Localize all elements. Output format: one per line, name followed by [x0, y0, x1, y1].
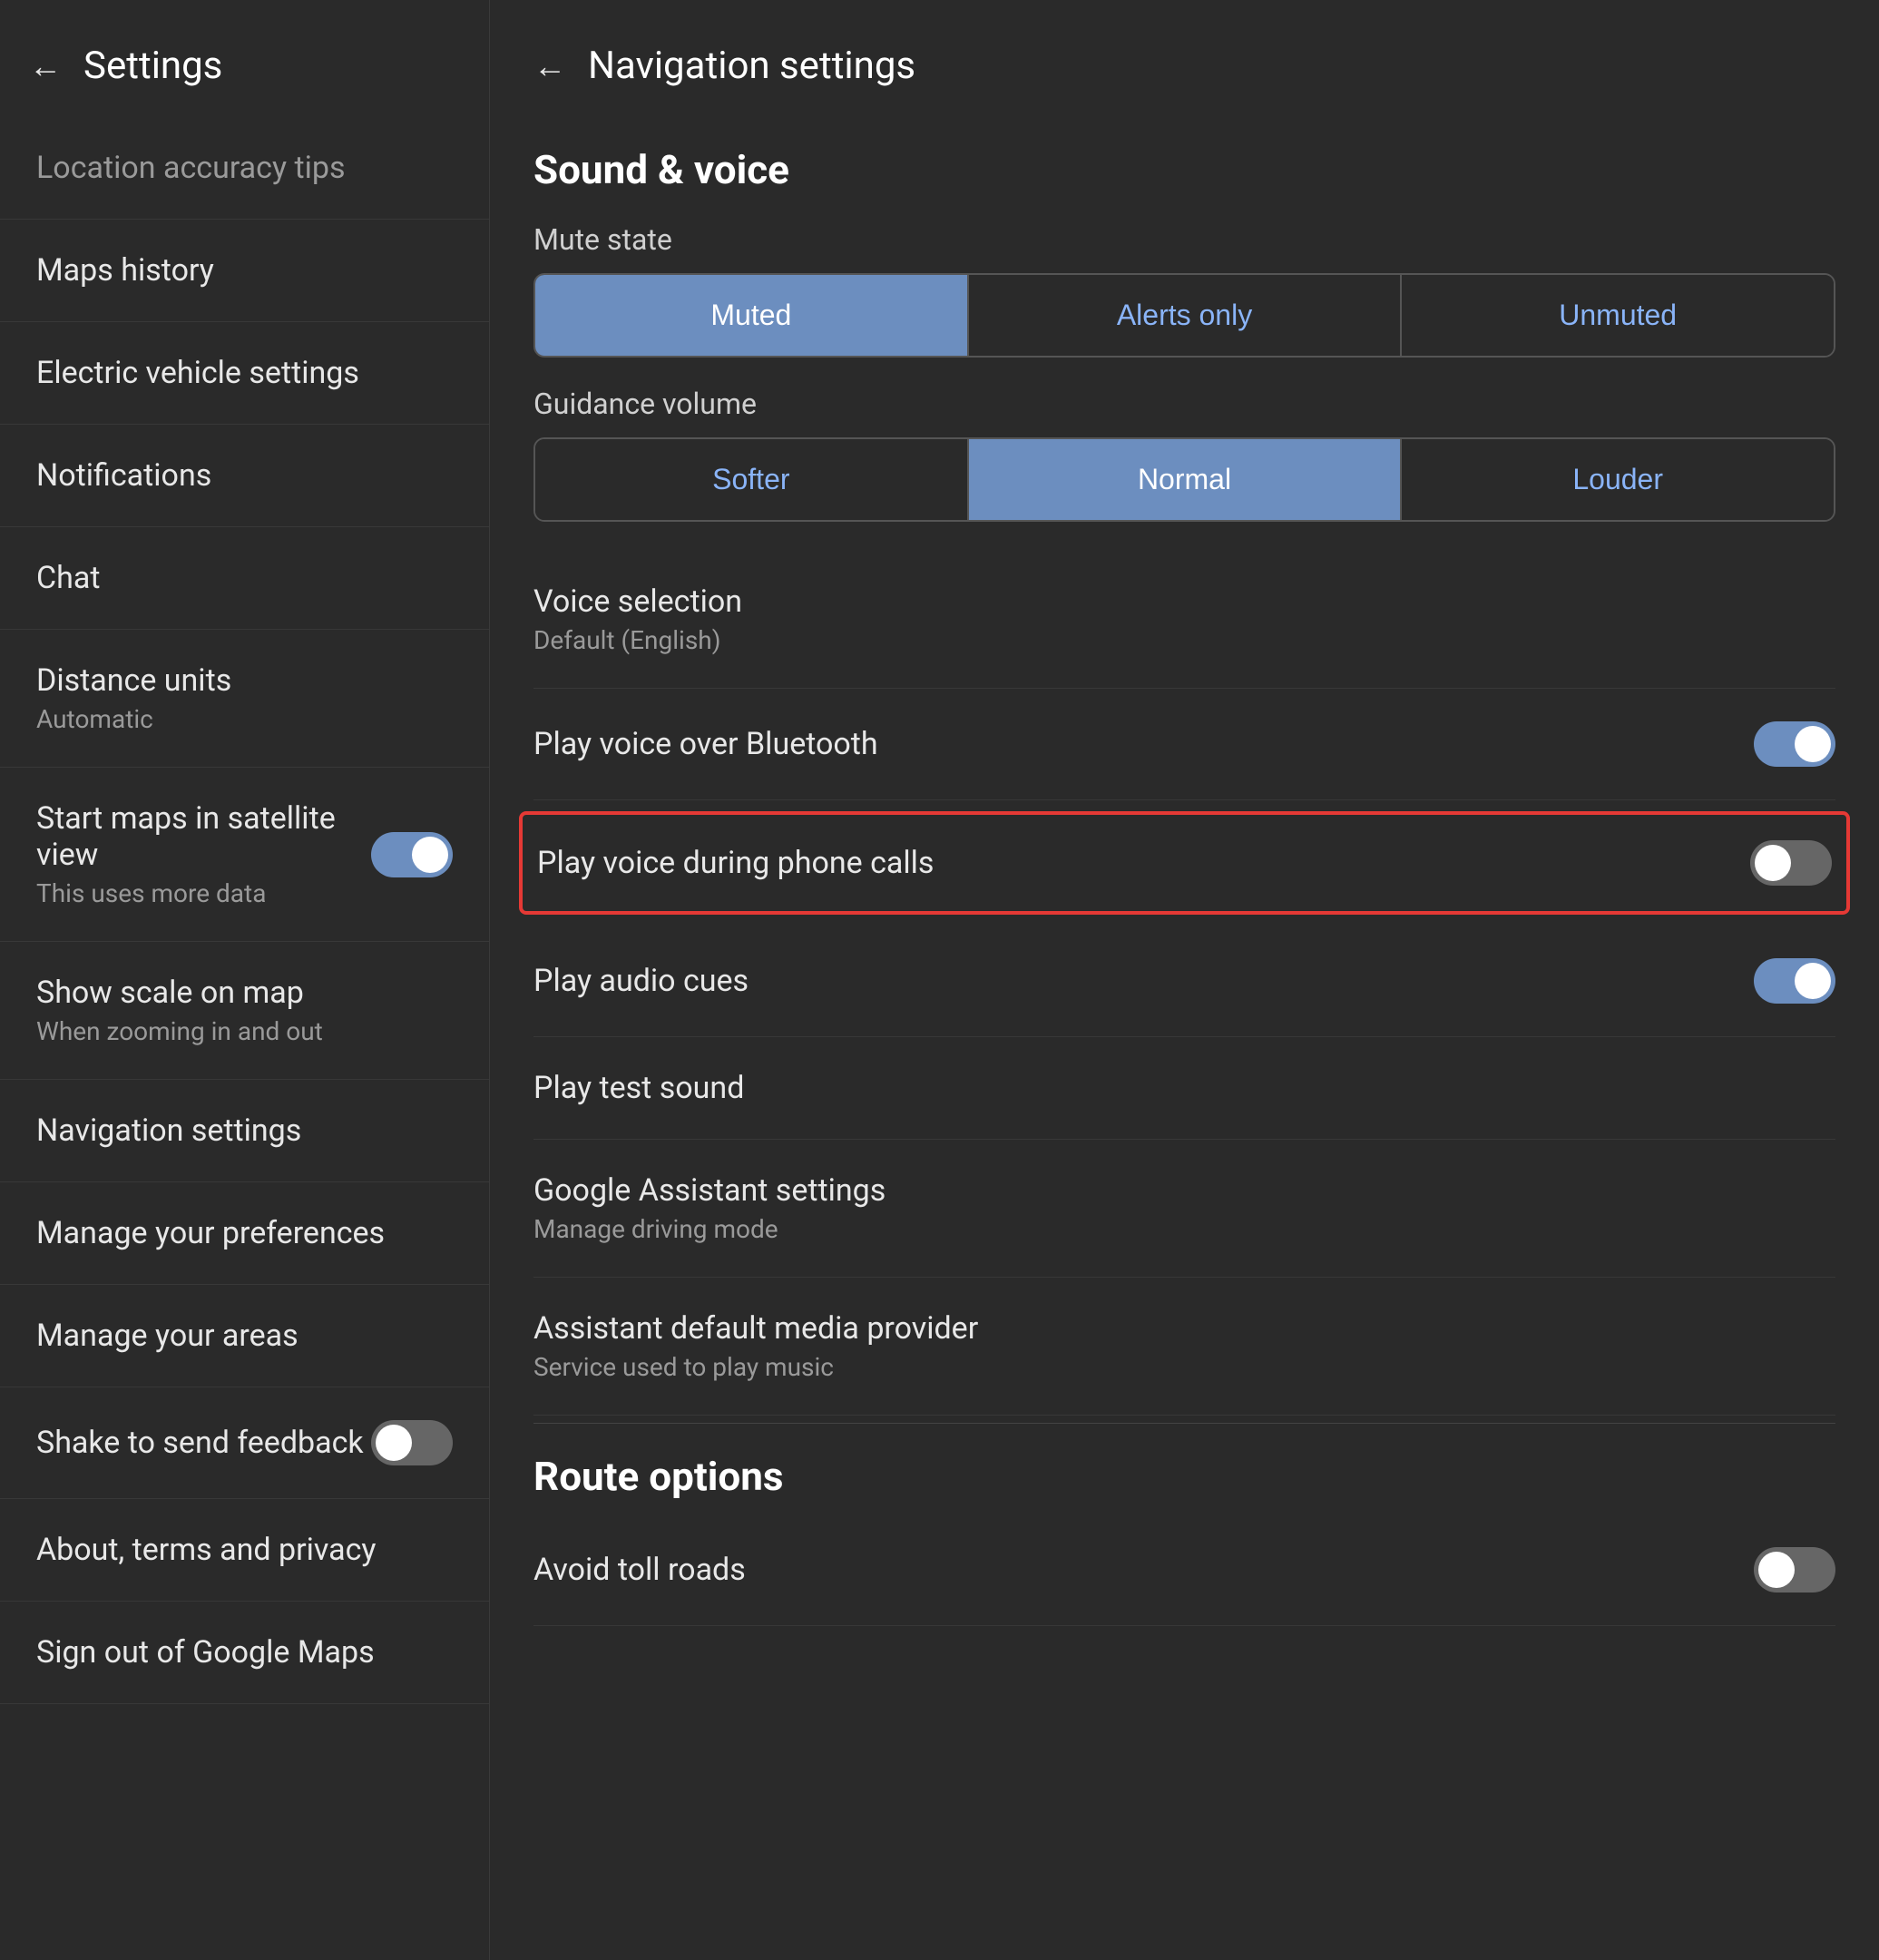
mute-option-1[interactable]: Alerts only — [969, 275, 1403, 356]
mute-state-control: MutedAlerts onlyUnmuted — [533, 273, 1835, 358]
google-assistant-subtitle: Manage driving mode — [533, 1214, 1835, 1244]
settings-item-subtitle-show-scale: When zooming in and out — [36, 1016, 323, 1046]
mute-option-0[interactable]: Muted — [535, 275, 969, 356]
guidance-volume-control: SofterNormalLouder — [533, 437, 1835, 522]
settings-item-subtitle-distance-units: Automatic — [36, 704, 231, 734]
settings-item-notifications[interactable]: Notifications — [0, 425, 489, 527]
google-assistant-title: Google Assistant settings — [533, 1172, 1835, 1209]
settings-item-satellite-view[interactable]: Start maps in satellite view This uses mo… — [0, 768, 489, 942]
settings-item-subtitle-satellite-view: This uses more data — [36, 878, 371, 908]
toggle-shake-feedback[interactable] — [371, 1420, 453, 1465]
settings-item-manage-areas[interactable]: Manage your areas — [0, 1285, 489, 1387]
settings-item-distance-units[interactable]: Distance units Automatic — [0, 630, 489, 768]
play-phone-calls-toggle[interactable] — [1750, 840, 1832, 886]
settings-item-electric-vehicle[interactable]: Electric vehicle settings — [0, 322, 489, 425]
assistant-media-subtitle: Service used to play music — [533, 1352, 1835, 1382]
settings-item-title-about-terms: About, terms and privacy — [36, 1532, 376, 1568]
settings-item-show-scale[interactable]: Show scale on map When zooming in and out — [0, 942, 489, 1080]
play-bluetooth-toggle[interactable] — [1754, 721, 1835, 767]
settings-item-title-manage-preferences: Manage your preferences — [36, 1215, 385, 1251]
right-panel-title: Navigation settings — [588, 44, 915, 88]
right-content: Sound & voice Mute state MutedAlerts onl… — [490, 117, 1879, 1960]
toggle-knob-shake-feedback — [376, 1425, 412, 1461]
play-test-sound-item[interactable]: Play test sound — [533, 1037, 1835, 1140]
left-panel: ← Settings Location accuracy tips Maps hi… — [0, 0, 490, 1960]
route-options-title: Route options — [533, 1423, 1835, 1514]
play-phone-calls-item[interactable]: Play voice during phone calls — [519, 811, 1850, 915]
play-bluetooth-item[interactable]: Play voice over Bluetooth — [533, 689, 1835, 800]
right-back-button[interactable]: ← — [533, 47, 566, 85]
settings-item-title-chat: Chat — [36, 560, 100, 596]
play-phone-calls-title: Play voice during phone calls — [537, 845, 934, 881]
settings-item-title-navigation-settings: Navigation settings — [36, 1112, 301, 1149]
left-back-button[interactable]: ← — [29, 47, 62, 85]
play-test-sound-title: Play test sound — [533, 1070, 1835, 1106]
left-header: ← Settings — [0, 0, 489, 117]
play-audio-cues-item[interactable]: Play audio cues — [533, 926, 1835, 1037]
assistant-media-item[interactable]: Assistant default media provider Service… — [533, 1278, 1835, 1416]
settings-item-shake-feedback[interactable]: Shake to send feedback — [0, 1387, 489, 1499]
assistant-media-title: Assistant default media provider — [533, 1310, 1835, 1347]
settings-item-sign-out[interactable]: Sign out of Google Maps — [0, 1602, 489, 1704]
settings-item-title-sign-out: Sign out of Google Maps — [36, 1634, 375, 1671]
play-phone-calls-knob — [1755, 845, 1791, 881]
toggle-satellite-view[interactable] — [371, 832, 453, 877]
mute-option-2[interactable]: Unmuted — [1402, 275, 1834, 356]
right-panel: ← Navigation settings Sound & voice Mute… — [490, 0, 1879, 1960]
settings-item-title-maps-history: Maps history — [36, 252, 214, 289]
settings-list: Location accuracy tips Maps history Electr… — [0, 117, 489, 1960]
avoid-toll-toggle[interactable] — [1754, 1547, 1835, 1592]
google-assistant-item[interactable]: Google Assistant settings Manage driving… — [533, 1140, 1835, 1278]
play-audio-cues-knob — [1795, 963, 1831, 999]
voice-selection-item[interactable]: Voice selection Default (English) — [533, 551, 1835, 689]
settings-item-maps-history[interactable]: Maps history — [0, 220, 489, 322]
play-bluetooth-knob — [1795, 726, 1831, 762]
voice-selection-title: Voice selection — [533, 583, 1835, 620]
right-header: ← Navigation settings — [490, 0, 1879, 117]
settings-item-about-terms[interactable]: About, terms and privacy — [0, 1499, 489, 1602]
avoid-toll-knob — [1758, 1552, 1795, 1588]
settings-item-navigation-settings[interactable]: Navigation settings — [0, 1080, 489, 1182]
settings-item-title-manage-areas: Manage your areas — [36, 1318, 298, 1354]
play-audio-cues-title: Play audio cues — [533, 963, 1754, 999]
avoid-toll-item[interactable]: Avoid toll roads — [533, 1514, 1835, 1626]
mute-state-label: Mute state — [533, 222, 1835, 257]
left-panel-title: Settings — [83, 44, 222, 88]
voice-selection-subtitle: Default (English) — [533, 625, 1835, 655]
settings-item-chat[interactable]: Chat — [0, 527, 489, 630]
play-bluetooth-title: Play voice over Bluetooth — [533, 726, 1754, 762]
settings-item-title-shake-feedback: Shake to send feedback — [36, 1425, 364, 1461]
volume-option-2[interactable]: Louder — [1402, 439, 1834, 520]
settings-item-title-notifications: Notifications — [36, 457, 211, 494]
sound-voice-section-title: Sound & voice — [533, 117, 1835, 215]
play-audio-cues-toggle[interactable] — [1754, 958, 1835, 1004]
settings-item-title-location-accuracy: Location accuracy tips — [36, 150, 346, 186]
settings-item-title-satellite-view: Start maps in satellite view — [36, 800, 371, 873]
guidance-volume-label: Guidance volume — [533, 387, 1835, 421]
settings-item-location-accuracy[interactable]: Location accuracy tips — [0, 117, 489, 220]
toggle-knob-satellite-view — [412, 837, 448, 873]
volume-option-1[interactable]: Normal — [969, 439, 1403, 520]
settings-item-title-electric-vehicle: Electric vehicle settings — [36, 355, 359, 391]
settings-item-title-distance-units: Distance units — [36, 662, 231, 699]
settings-item-manage-preferences[interactable]: Manage your preferences — [0, 1182, 489, 1285]
settings-item-title-show-scale: Show scale on map — [36, 975, 323, 1011]
volume-option-0[interactable]: Softer — [535, 439, 969, 520]
avoid-toll-title: Avoid toll roads — [533, 1552, 1754, 1588]
